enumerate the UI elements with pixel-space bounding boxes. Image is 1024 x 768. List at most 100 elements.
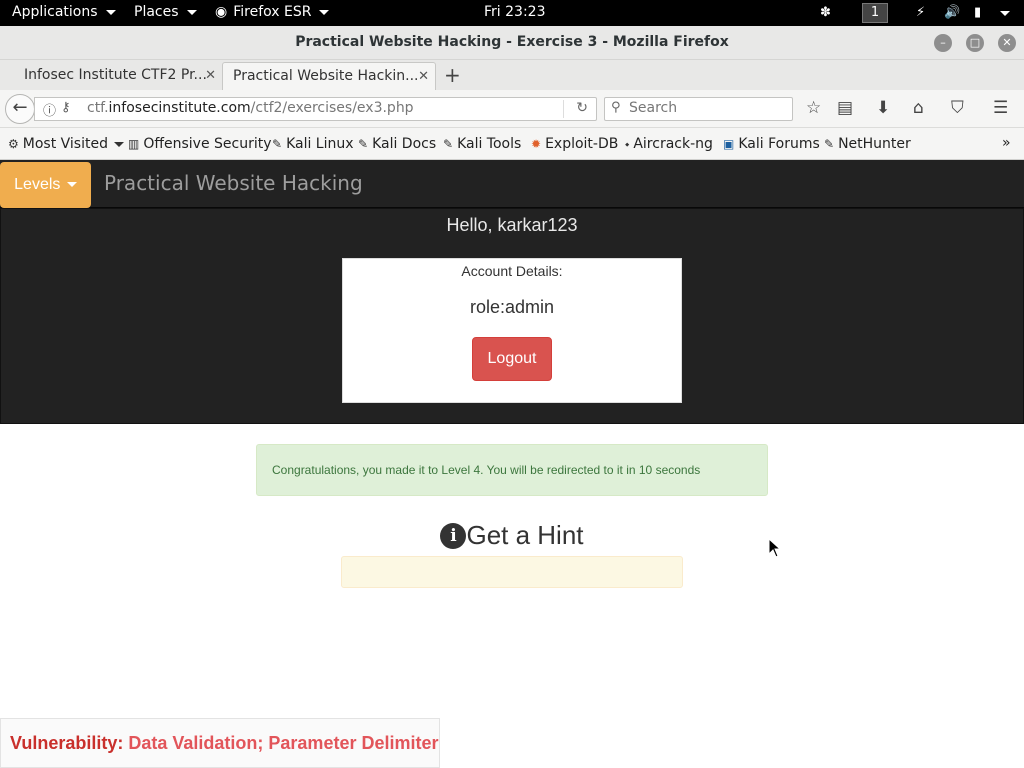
hint-box	[341, 556, 683, 588]
maximize-button[interactable]: □	[966, 34, 984, 52]
hint-label: Get a Hint	[466, 520, 584, 550]
close-window-button[interactable]: ✕	[998, 34, 1016, 52]
info-icon: i	[440, 523, 467, 549]
clock-label: Fri 23:23	[484, 4, 546, 20]
firefox-app-menu[interactable]: ◉ Firefox ESR	[215, 4, 330, 20]
vulnerability-banner: Vulnerability: Data Validation; Paramete…	[0, 718, 440, 768]
bookmark-label: Offensive Security	[143, 136, 272, 152]
url-divider	[563, 100, 564, 118]
system-menu-chevron-icon[interactable]	[1000, 11, 1010, 16]
kali-icon: ✎	[824, 137, 835, 151]
back-button[interactable]: ←	[5, 94, 35, 124]
places-menu[interactable]: Places	[134, 4, 197, 20]
mouse-pointer-icon	[768, 538, 780, 558]
kali-icon: ✎	[358, 137, 369, 151]
reading-list-icon[interactable]: ▤	[837, 98, 853, 118]
bookmark-label: Most Visited	[22, 136, 108, 152]
url-bar[interactable]: ⓘ ⚷ ctf.infosecinstitute.com/ctf2/exerci…	[34, 97, 597, 121]
logout-button[interactable]: Logout	[472, 337, 552, 381]
bookmark-label: NetHunter	[838, 136, 911, 152]
bookmark-kali-docs[interactable]: ✎ Kali Docs	[358, 136, 436, 152]
account-details-label: Account Details:	[461, 263, 563, 279]
offsec-icon: ▥	[128, 137, 140, 151]
bookmark-label: Kali Docs	[372, 136, 437, 152]
bookmark-label: Kali Tools	[457, 136, 522, 152]
window-titlebar: Practical Website Hacking - Exercise 3 -…	[0, 26, 1024, 60]
chevron-down-icon	[319, 9, 330, 15]
search-input[interactable]: ⚲ Search	[604, 97, 793, 121]
site-navbar: Levels Practical Website Hacking	[0, 160, 1024, 208]
places-label: Places	[134, 4, 179, 20]
firefox-icon: ◉	[215, 4, 228, 20]
bookmark-label: Kali Linux	[286, 136, 354, 152]
bookmark-label: Aircrack-ng	[633, 136, 713, 152]
battery-icon[interactable]: ▮	[974, 5, 981, 21]
close-icon[interactable]: ✕	[205, 68, 216, 83]
bookmark-aircrack-ng[interactable]: ⬩ Aircrack-ng	[625, 136, 713, 152]
bookmark-kali-tools[interactable]: ✎ Kali Tools	[443, 136, 521, 152]
tab-infosec[interactable]: Infosec Institute CTF2 Pr... ✕	[0, 62, 222, 90]
web-page: Levels Practical Website Hacking Hello, …	[0, 160, 1024, 768]
url-prefix: ctf.	[87, 100, 109, 116]
system-top-bar: Applications Places ◉ Firefox ESR Fri 23:…	[0, 0, 1024, 26]
bookmark-exploit-db[interactable]: ✹ Exploit-DB	[531, 136, 618, 152]
tab-label: Practical Website Hackin...	[233, 68, 419, 84]
chevron-down-icon	[113, 141, 124, 147]
bookmark-kali-linux[interactable]: ✎ Kali Linux	[272, 136, 354, 152]
search-placeholder: Search	[629, 100, 678, 116]
volume-icon[interactable]: 🔊	[944, 5, 960, 21]
key-icon: ⚷	[61, 100, 71, 115]
gear-icon: ⚙	[8, 137, 19, 151]
info-icon[interactable]: ⓘ	[43, 100, 56, 119]
new-tab-button[interactable]: +	[444, 63, 461, 87]
firefox-label: Firefox ESR	[233, 4, 312, 20]
search-icon: ⚲	[611, 100, 621, 115]
hint-heading[interactable]: i Get a Hint	[0, 520, 1024, 551]
account-details-box: Account Details: role:admin Logout	[342, 258, 682, 403]
tab-practical-website-hacking[interactable]: Practical Website Hackin... ✕	[222, 62, 436, 90]
close-icon[interactable]: ✕	[418, 69, 429, 84]
tab-label: Infosec Institute CTF2 Pr...	[24, 67, 207, 83]
minimize-button[interactable]: –	[934, 34, 952, 52]
chevron-down-icon	[66, 182, 77, 188]
site-brand[interactable]: Practical Website Hacking	[104, 171, 363, 195]
tab-strip: Infosec Institute CTF2 Pr... ✕ Practical…	[0, 60, 1024, 90]
vulnerability-key: Vulnerability:	[10, 733, 124, 753]
workspace-indicator[interactable]: 1	[862, 3, 888, 23]
reload-icon[interactable]: ↻	[576, 100, 588, 116]
bookmark-offensive-security[interactable]: ▥ Offensive Security	[128, 136, 272, 152]
chevron-down-icon	[105, 9, 116, 15]
home-icon[interactable]: ⌂	[913, 98, 924, 118]
applications-label: Applications	[12, 4, 98, 20]
exploitdb-icon: ✹	[531, 137, 542, 151]
bookmark-most-visited[interactable]: ⚙ Most Visited	[8, 136, 124, 152]
network-icon[interactable]: ⚡	[916, 5, 925, 21]
bookmark-star-icon[interactable]: ☆	[806, 98, 821, 118]
bookmark-nethunter[interactable]: ✎ NetHunter	[824, 136, 911, 152]
levels-label: Levels	[14, 176, 61, 193]
bookmark-label: Kali Forums	[738, 136, 820, 152]
url-path: /ctf2/exercises/ex3.php	[250, 100, 414, 116]
window-title: Practical Website Hacking - Exercise 3 -…	[295, 34, 729, 50]
aircrack-icon: ⬩	[625, 136, 630, 151]
levels-dropdown-button[interactable]: Levels	[0, 162, 91, 208]
bookmark-kali-forums[interactable]: ▣ Kali Forums	[723, 136, 820, 152]
kali-icon: ✎	[443, 137, 454, 151]
forum-icon: ▣	[723, 137, 735, 151]
bookmarks-toolbar: ⚙ Most Visited ▥ Offensive Security ✎ Kali …	[0, 128, 1024, 160]
clock[interactable]: Fri 23:23	[484, 4, 545, 20]
applications-menu[interactable]: Applications	[12, 4, 116, 20]
success-alert: Congratulations, you made it to Level 4.…	[256, 444, 768, 496]
pocket-icon[interactable]: ⛉	[951, 98, 964, 118]
video-icon[interactable]: ✽	[820, 5, 831, 21]
url-host: infosecinstitute.com	[108, 100, 251, 116]
greeting: Hello, karkar123	[446, 215, 578, 235]
download-icon[interactable]: ⬇	[876, 98, 890, 118]
chevron-down-icon	[186, 9, 197, 15]
bookmark-label: Exploit-DB	[545, 136, 619, 152]
chevron-right-icon[interactable]: »	[1002, 135, 1011, 151]
navigation-toolbar: ← ⓘ ⚷ ctf.infosecinstitute.com/ctf2/exer…	[0, 90, 1024, 128]
hamburger-menu-icon[interactable]: ☰	[993, 98, 1008, 118]
vulnerability-value: Data Validation; Parameter Delimiter	[128, 733, 439, 753]
kali-icon: ✎	[272, 137, 283, 151]
